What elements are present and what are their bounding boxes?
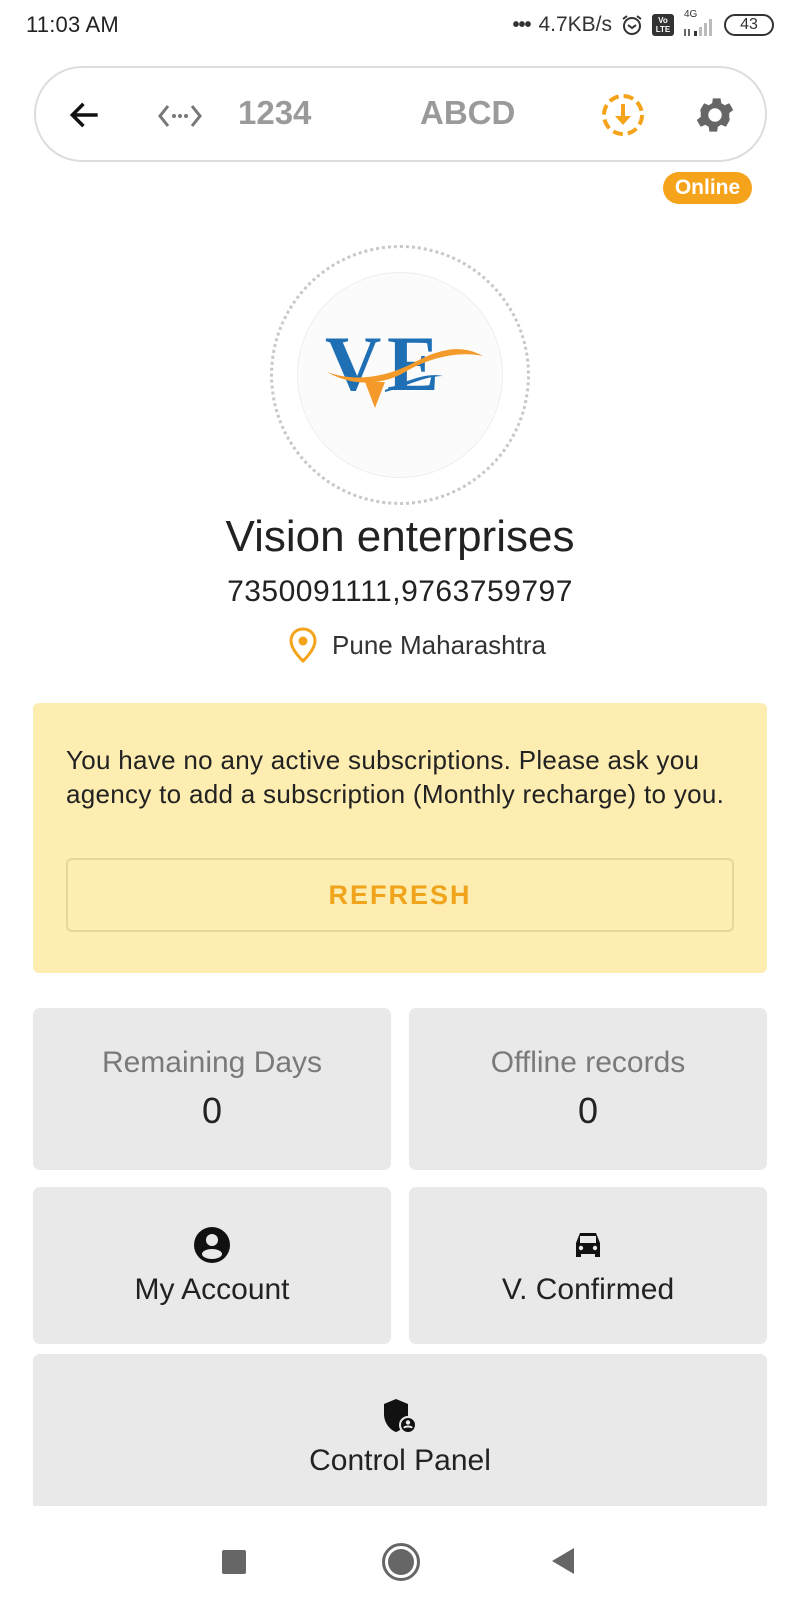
company-name: Vision enterprises <box>225 512 575 561</box>
stat-value: 0 <box>201 1090 223 1131</box>
location-text: Pune Maharashtra <box>332 629 546 660</box>
admin-shield-icon <box>380 1396 420 1436</box>
notification-dots-icon: ••• <box>512 13 531 36</box>
status-time: 11:03 AM <box>26 12 119 37</box>
location-pin-icon <box>288 626 318 664</box>
home-icon[interactable] <box>382 1543 420 1581</box>
subscription-alert: You have no any active subscriptions. Pl… <box>33 703 767 973</box>
code-dots-icon <box>156 100 204 132</box>
network-speed: 4.7KB/s <box>538 13 612 36</box>
system-nav-bar <box>0 1506 800 1600</box>
alert-message: You have no any active subscriptions. Pl… <box>66 745 725 809</box>
volte-icon: Vo LTE <box>652 14 674 36</box>
stat-label: Offline records <box>490 1046 686 1079</box>
action-label: V. Confirmed <box>501 1272 675 1306</box>
home-icon-dot <box>388 1549 414 1575</box>
remaining-days-tile: Remaining Days 0 <box>33 1008 391 1170</box>
account-circle-icon <box>192 1225 232 1265</box>
top-toolbar: 1234 ABCD <box>34 66 767 162</box>
refresh-button[interactable]: REFRESH <box>66 858 734 932</box>
signal-icon: 4G <box>682 9 716 37</box>
back-triangle-icon[interactable] <box>552 1548 574 1574</box>
stat-label: Remaining Days <box>101 1046 323 1079</box>
offline-records-tile: Offline records 0 <box>409 1008 767 1170</box>
status-bar: 11:03 AM ••• 4.7KB/s Vo LTE 4G 43 <box>0 0 800 50</box>
v-confirmed-button[interactable]: V. Confirmed <box>409 1187 767 1344</box>
action-label: Control Panel <box>309 1444 491 1477</box>
battery-icon: 43 <box>724 14 774 36</box>
action-label: My Account <box>134 1272 290 1306</box>
car-icon <box>568 1225 608 1265</box>
stat-value: 0 <box>577 1090 599 1131</box>
alarm-icon <box>620 13 644 37</box>
control-panel-button[interactable]: Control Panel <box>33 1354 767 1506</box>
online-status-badge: Online <box>663 172 752 204</box>
arrow-left-icon[interactable] <box>66 96 104 134</box>
status-icons: ••• 4.7KB/s Vo LTE 4G 43 <box>512 9 774 37</box>
download-circle-icon[interactable] <box>600 92 646 138</box>
company-location: Pune Maharashtra <box>0 626 800 664</box>
recent-apps-icon[interactable] <box>222 1550 246 1574</box>
gear-icon[interactable] <box>692 92 738 138</box>
company-phones: 7350091111,9763759797 <box>227 575 573 608</box>
device-code: ABCD <box>420 94 516 131</box>
company-logo: V E <box>325 320 485 410</box>
my-account-button[interactable]: My Account <box>33 1187 391 1344</box>
device-number: 1234 <box>238 94 312 131</box>
